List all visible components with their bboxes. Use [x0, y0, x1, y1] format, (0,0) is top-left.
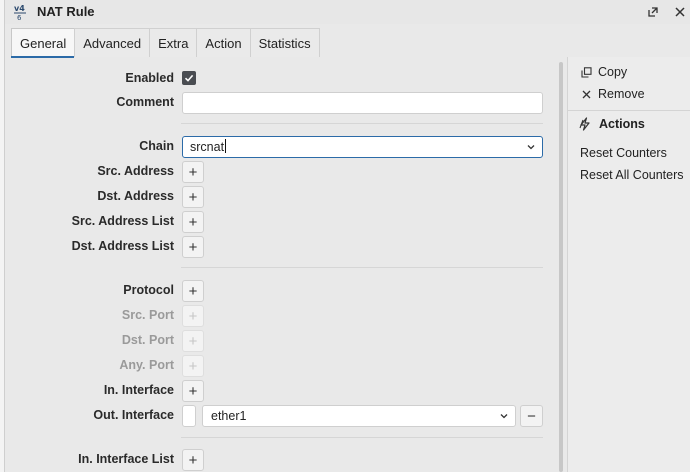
enabled-row: Enabled [5, 68, 556, 90]
dst-address-list-label: Dst. Address List [71, 239, 174, 253]
remove-icon [580, 90, 592, 99]
svg-text:v4: v4 [14, 4, 25, 13]
copy-button[interactable]: Copy [580, 65, 627, 79]
dst-address-row: Dst. Address + [5, 186, 556, 208]
chain-label: Chain [139, 139, 174, 153]
actions-heading: Actions [578, 117, 645, 131]
src-address-row: Src. Address + [5, 161, 556, 183]
svg-text:6: 6 [17, 14, 22, 21]
protocol-label: Protocol [123, 283, 174, 297]
divider [181, 437, 543, 438]
remove-button[interactable]: Remove [580, 87, 645, 101]
add-src-port-button: + [182, 305, 204, 327]
actions-heading-label: Actions [599, 117, 645, 131]
add-protocol-button[interactable]: + [182, 280, 204, 302]
enabled-checkbox[interactable] [182, 71, 196, 85]
reset-all-counters-label: Reset All Counters [580, 168, 684, 182]
reset-counters-label: Reset Counters [580, 146, 667, 160]
tab-statistics[interactable]: Statistics [249, 28, 320, 57]
out-interface-row: Out. Interface ether1 − [5, 405, 556, 427]
in-interface-list-row: In. Interface List + [5, 449, 556, 471]
chevron-down-icon [500, 414, 508, 419]
in-interface-list-label: In. Interface List [78, 452, 174, 466]
reset-all-counters-button[interactable]: Reset All Counters [580, 168, 684, 182]
any-port-label: Any. Port [119, 358, 174, 372]
out-interface-label: Out. Interface [93, 408, 174, 422]
comment-label: Comment [116, 95, 174, 109]
restore-window-icon[interactable] [643, 2, 663, 22]
text-cursor [225, 139, 227, 153]
remove-out-interface-button[interactable]: − [520, 405, 543, 427]
add-src-address-list-button[interactable]: + [182, 211, 204, 233]
divider [181, 267, 543, 268]
protocol-row: Protocol + [5, 280, 556, 302]
any-port-row: Any. Port + [5, 355, 556, 377]
side-panel: Copy Remove Actions Reset Counters Reset… [567, 57, 690, 472]
add-dst-address-list-button[interactable]: + [182, 236, 204, 258]
chain-select[interactable]: srcnat [182, 136, 543, 158]
out-interface-value: ether1 [211, 409, 247, 423]
dst-port-label: Dst. Port [121, 333, 174, 347]
tab-general[interactable]: General [11, 28, 76, 57]
comment-input[interactable] [182, 92, 543, 114]
tab-extra[interactable]: Extra [149, 28, 198, 57]
tab-bar: General Advanced Extra Action Statistics [11, 28, 320, 57]
add-dst-address-button[interactable]: + [182, 186, 204, 208]
out-interface-select[interactable]: ether1 [202, 405, 516, 427]
remove-label: Remove [598, 87, 645, 101]
chain-row: Chain srcnat [5, 136, 556, 158]
form-scrollbar[interactable] [559, 62, 563, 472]
chain-value: srcnat [190, 140, 225, 154]
comment-row: Comment [5, 92, 556, 114]
src-address-list-row: Src. Address List + [5, 211, 556, 233]
src-port-label: Src. Port [121, 308, 174, 322]
divider [181, 123, 543, 124]
reset-counters-button[interactable]: Reset Counters [580, 146, 667, 160]
dst-address-label: Dst. Address [97, 189, 174, 203]
in-interface-row: In. Interface + [5, 380, 556, 402]
add-src-address-button[interactable]: + [182, 161, 204, 183]
tab-advanced[interactable]: Advanced [74, 28, 151, 57]
enabled-label: Enabled [125, 71, 174, 85]
lightning-icon [578, 117, 592, 131]
dst-address-list-row: Dst. Address List + [5, 236, 556, 258]
copy-icon [580, 66, 592, 78]
add-in-interface-button[interactable]: + [182, 380, 204, 402]
window-title: NAT Rule [37, 4, 95, 19]
add-any-port-button: + [182, 355, 204, 377]
src-address-list-label: Src. Address List [71, 214, 174, 228]
copy-label: Copy [598, 65, 628, 79]
close-icon[interactable] [670, 2, 690, 22]
divider [568, 110, 690, 111]
nat-rule-icon: v4 6 [12, 3, 30, 22]
src-port-row: Src. Port + [5, 305, 556, 327]
tab-action[interactable]: Action [196, 28, 251, 57]
chevron-down-icon [527, 145, 535, 150]
out-interface-negate-toggle[interactable] [182, 405, 196, 427]
dst-port-row: Dst. Port + [5, 330, 556, 352]
window-titlebar[interactable]: v4 6 NAT Rule [5, 0, 690, 24]
general-form: Enabled Comment Chain srcnat Src. Addres… [5, 57, 556, 472]
add-dst-port-button: + [182, 330, 204, 352]
in-interface-label: In. Interface [103, 383, 174, 397]
src-address-label: Src. Address [97, 164, 174, 178]
add-in-interface-list-button[interactable]: + [182, 449, 204, 471]
